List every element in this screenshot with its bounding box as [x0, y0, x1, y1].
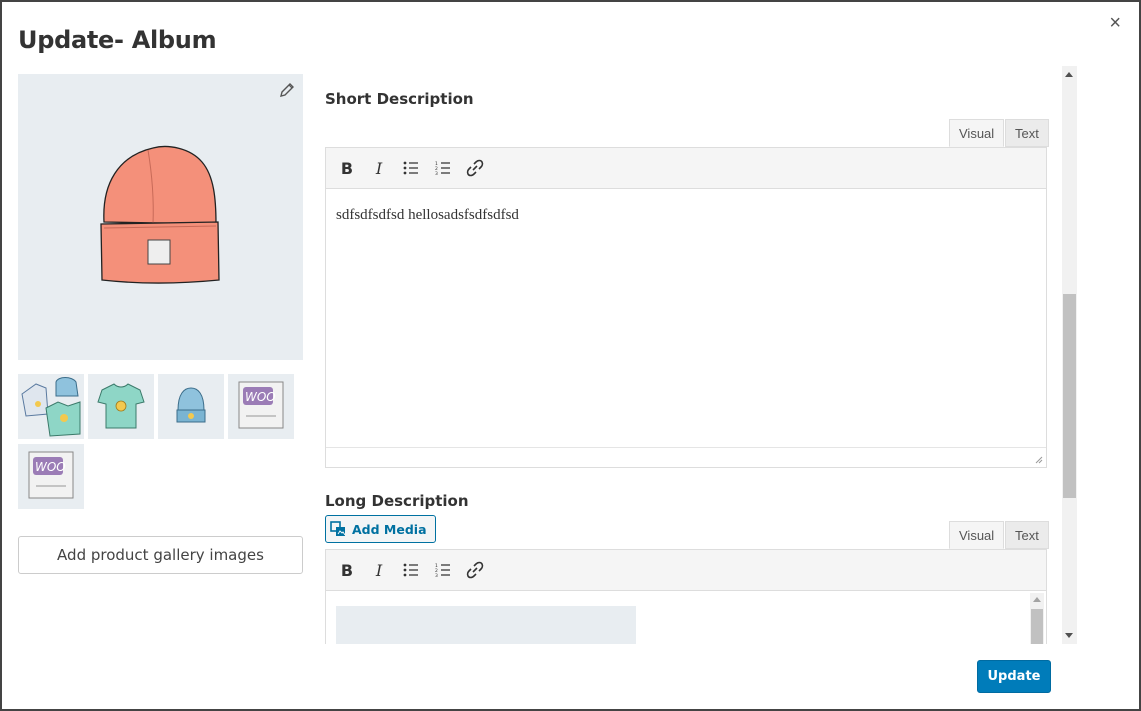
link-icon[interactable] — [462, 155, 488, 181]
edit-pencil-icon[interactable] — [279, 82, 295, 98]
long-description-editor[interactable] — [325, 591, 1047, 644]
editor-toolbar: B I 123 — [325, 549, 1047, 591]
woo-poster-icon: WOO — [28, 451, 74, 499]
gallery-thumbnail[interactable] — [18, 374, 84, 439]
italic-icon[interactable]: I — [366, 557, 392, 583]
hoodie-and-shirts-icon — [21, 377, 81, 437]
bold-icon[interactable]: B — [334, 155, 360, 181]
vertical-scrollbar[interactable] — [1062, 66, 1077, 644]
gallery-thumbnail[interactable] — [158, 374, 224, 439]
beanie-hat-image — [100, 145, 220, 284]
svg-text:WOO: WOO — [245, 390, 276, 404]
scroll-up-icon[interactable] — [1065, 72, 1073, 77]
close-icon[interactable]: × — [1109, 13, 1121, 33]
update-button[interactable]: Update — [977, 660, 1051, 693]
product-main-image[interactable] — [18, 74, 303, 360]
gallery-thumbnail[interactable]: WOO — [228, 374, 294, 439]
long-description-label: Long Description — [325, 492, 469, 510]
tab-text[interactable]: Text — [1005, 119, 1049, 147]
tab-visual[interactable]: Visual — [949, 119, 1005, 147]
woo-poster-icon: WOO — [238, 381, 284, 429]
svg-text:WOO: WOO — [35, 460, 66, 474]
tshirt-icon — [97, 383, 145, 429]
beanie-icon — [176, 387, 206, 423]
bullet-list-icon[interactable] — [398, 557, 424, 583]
inner-scrollbar[interactable] — [1030, 593, 1044, 644]
add-gallery-images-button[interactable]: Add product gallery images — [18, 536, 303, 574]
editor-toolbar: B I 123 — [325, 147, 1047, 189]
svg-text:3: 3 — [435, 573, 438, 577]
editor-statusbar — [326, 447, 1046, 467]
description-panel: Short Description Visual Text B I 123 sd… — [306, 66, 1078, 644]
link-icon[interactable] — [462, 557, 488, 583]
short-description-content[interactable]: sdfsdfsdfsd hellosadsfsdfsdfsd — [326, 189, 1046, 242]
gallery-thumbnail[interactable]: WOO — [18, 444, 84, 509]
svg-text:3: 3 — [435, 171, 438, 175]
add-media-icon — [330, 521, 346, 536]
italic-icon[interactable]: I — [366, 155, 392, 181]
scroll-down-icon[interactable] — [1065, 633, 1073, 638]
short-description-label: Short Description — [325, 90, 474, 108]
scrollbar-thumb[interactable] — [1063, 294, 1076, 498]
resize-handle-icon[interactable] — [1033, 454, 1043, 464]
gallery-thumbnail[interactable] — [88, 374, 154, 439]
add-media-label: Add Media — [352, 521, 427, 537]
numbered-list-icon[interactable]: 123 — [430, 557, 456, 583]
tab-text[interactable]: Text — [1005, 521, 1049, 549]
bullet-list-icon[interactable] — [398, 155, 424, 181]
update-album-modal: Update- Album × WOO WOO Add product gall… — [0, 0, 1141, 711]
modal-title: Update- Album — [18, 26, 217, 54]
numbered-list-icon[interactable]: 123 — [430, 155, 456, 181]
add-media-button[interactable]: Add Media — [325, 515, 436, 543]
embedded-content-placeholder — [336, 606, 636, 644]
tab-visual[interactable]: Visual — [949, 521, 1005, 549]
short-description-editor[interactable]: sdfsdfsdfsd hellosadsfsdfsdfsd — [325, 189, 1047, 468]
bold-icon[interactable]: B — [334, 557, 360, 583]
